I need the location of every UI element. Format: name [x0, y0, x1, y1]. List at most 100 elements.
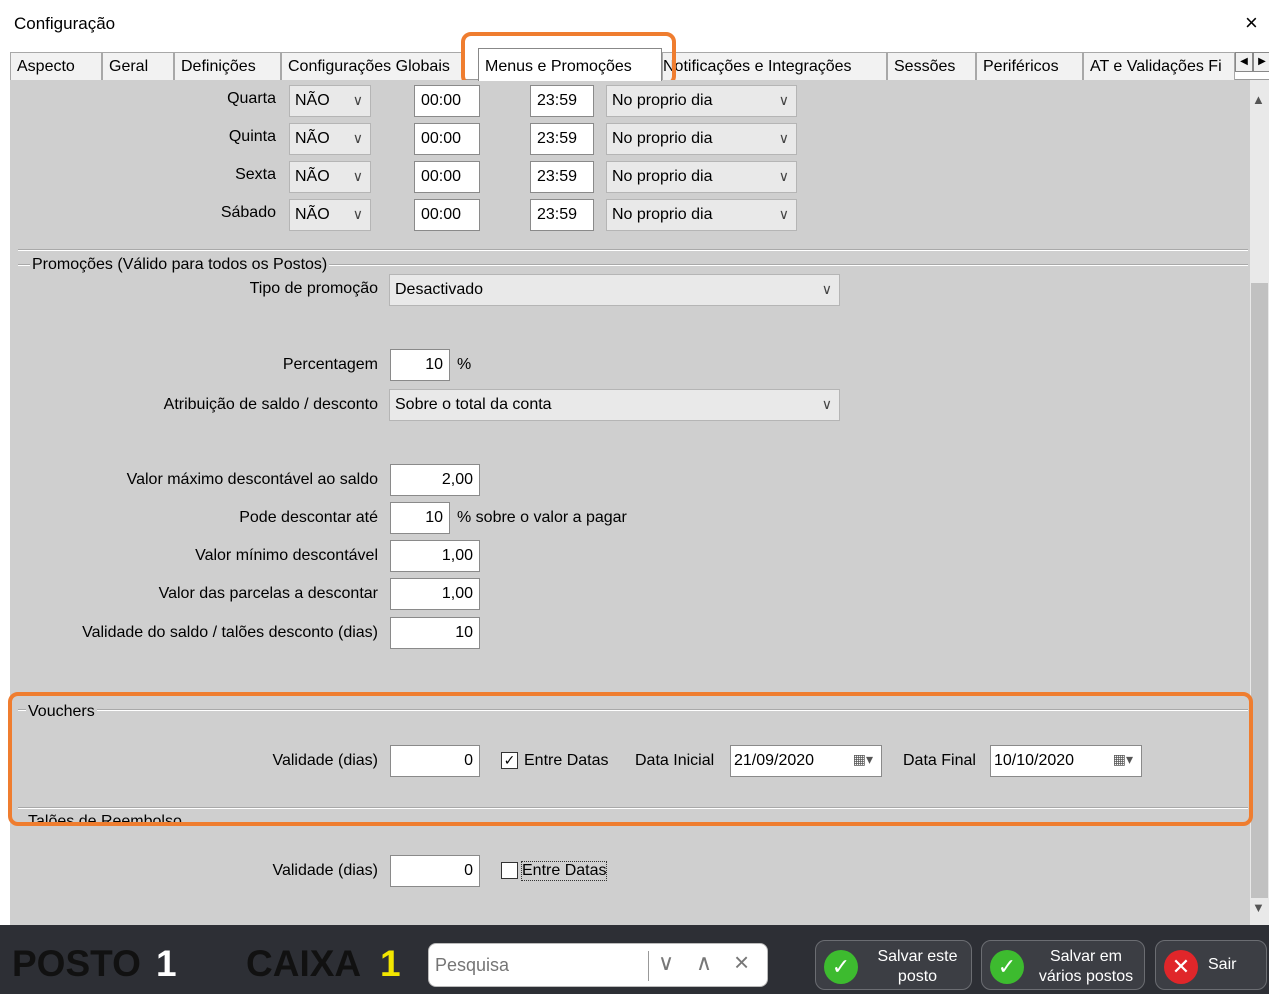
min-discount-field[interactable]: 1,00 [390, 540, 480, 572]
tab-definicoes[interactable]: Definições [174, 52, 281, 80]
chevron-down-icon: ∨ [352, 92, 363, 108]
tab-geral[interactable]: Geral [102, 52, 174, 80]
discount-up-to-label: Pode descontar até [239, 509, 378, 526]
start-time-field[interactable]: 00:00 [414, 123, 480, 155]
scroll-down-icon[interactable]: ▼ [1252, 900, 1265, 915]
max-discount-label: Valor máximo descontável ao saldo [126, 471, 378, 488]
chevron-down-icon[interactable]: ∨ [658, 950, 674, 976]
exit-button[interactable]: ✕ Sair [1155, 940, 1267, 990]
tab-scroll-left-icon[interactable]: ◀ [1235, 52, 1253, 72]
day-active-select[interactable]: NÃO ∨ [289, 161, 371, 193]
day-mode-value: No proprio dia [612, 206, 713, 223]
refund-validity-field[interactable]: 0 [390, 855, 480, 887]
day-mode-select[interactable]: No proprio dia ∨ [606, 161, 797, 193]
tab-perifericos[interactable]: Periféricos [976, 52, 1083, 80]
day-mode-value: No proprio dia [612, 92, 713, 109]
promotions-group-title: Promoções (Válido para todos os Postos) [30, 256, 330, 274]
start-time-field[interactable]: 00:00 [414, 161, 480, 193]
percentage-unit: % [457, 356, 472, 373]
chevron-down-icon: ∨ [778, 168, 789, 184]
installment-field[interactable]: 1,00 [390, 578, 480, 610]
tab-scroll-right-icon[interactable]: ▶ [1253, 52, 1269, 72]
chevron-down-icon: ∨ [352, 206, 363, 222]
posto-number: 1 [156, 943, 177, 984]
close-icon[interactable]: × [1245, 10, 1258, 36]
percentage-field[interactable]: 10 [390, 349, 450, 381]
posto-label: POSTO [12, 943, 141, 984]
search-divider [648, 951, 649, 981]
min-discount-label: Valor mínimo descontável [195, 547, 378, 564]
save-this-line2: posto [897, 968, 938, 985]
caixa-number: 1 [380, 943, 401, 984]
day-mode-select[interactable]: No proprio dia ∨ [606, 199, 797, 231]
day-active-select[interactable]: NÃO ∨ [289, 199, 371, 231]
check-icon: ✓ [990, 950, 1024, 984]
chevron-down-icon: ∨ [778, 206, 789, 222]
caixa-label: CAIXA [246, 943, 362, 984]
tab-strip: Aspecto Geral Definições Configurações G… [10, 48, 1269, 81]
tab-sessoes[interactable]: Sessões [887, 52, 976, 80]
group-divider [18, 250, 1248, 251]
chevron-down-icon: ∨ [352, 168, 363, 184]
refund-between-dates-checkbox[interactable] [501, 862, 518, 879]
max-discount-field[interactable]: 2,00 [390, 464, 480, 496]
clear-search-icon[interactable]: × [734, 947, 749, 978]
refund-validity-label: Validade (dias) [272, 862, 378, 879]
day-active-value: NÃO [295, 206, 330, 223]
balance-validity-field[interactable]: 10 [390, 617, 480, 649]
save-this-line1: Salvar este [877, 948, 958, 965]
start-time-field[interactable]: 00:00 [414, 85, 480, 117]
day-active-value: NÃO [295, 168, 330, 185]
end-time-field[interactable]: 23:59 [530, 199, 594, 231]
close-icon: ✕ [1164, 950, 1198, 984]
end-time-field[interactable]: 23:59 [530, 85, 594, 117]
window-title: Configuração [14, 14, 116, 33]
percentage-label: Percentagem [282, 356, 378, 373]
day-mode-value: No proprio dia [612, 168, 713, 185]
save-many-line2: vários postos [1038, 968, 1134, 985]
installment-label: Valor das parcelas a descontar [158, 585, 378, 602]
scrollbar-thumb[interactable] [1251, 283, 1268, 898]
refund-between-dates-label: Entre Datas [520, 861, 608, 881]
discount-up-to-suffix: % sobre o valor a pagar [457, 509, 627, 526]
attribution-select[interactable]: Sobre o total da conta ∨ [389, 389, 840, 421]
day-label: Quarta [227, 90, 276, 107]
attribution-label: Atribuição de saldo / desconto [163, 396, 378, 413]
scroll-up-icon[interactable]: ▲ [1252, 92, 1265, 107]
end-time-field[interactable]: 23:59 [530, 123, 594, 155]
discount-up-to-field[interactable]: 10 [390, 502, 450, 534]
tab-aspecto[interactable]: Aspecto [10, 52, 102, 80]
chevron-down-icon: ∨ [778, 92, 789, 108]
day-mode-select[interactable]: No proprio dia ∨ [606, 85, 797, 117]
tab-configuracoes-globais[interactable]: Configurações Globais [281, 52, 463, 80]
day-label: Sexta [235, 166, 276, 183]
day-mode-select[interactable]: No proprio dia ∨ [606, 123, 797, 155]
vouchers-highlight-box [8, 692, 1253, 826]
start-time-field[interactable]: 00:00 [414, 199, 480, 231]
day-active-select[interactable]: NÃO ∨ [289, 123, 371, 155]
save-many-postos-button[interactable]: ✓ Salvar em vários postos [981, 940, 1145, 990]
save-this-posto-button[interactable]: ✓ Salvar este posto [815, 940, 972, 990]
tab-at-validacoes[interactable]: AT e Validações Fi [1083, 52, 1235, 80]
exit-label: Sair [1208, 956, 1237, 973]
end-time-field[interactable]: 23:59 [530, 161, 594, 193]
day-active-value: NÃO [295, 92, 330, 109]
attribution-value: Sobre o total da conta [395, 396, 552, 413]
tab-notificacoes[interactable]: Notificações e Integrações [662, 52, 887, 80]
chevron-down-icon: ∨ [821, 396, 832, 412]
balance-validity-label: Validade do saldo / talões desconto (dia… [82, 624, 378, 641]
day-label: Quinta [228, 128, 276, 145]
check-icon: ✓ [824, 950, 858, 984]
chevron-up-icon[interactable]: ∧ [696, 950, 712, 976]
promotion-type-select[interactable]: Desactivado ∨ [389, 274, 840, 306]
search-input[interactable] [433, 949, 641, 981]
chevron-down-icon: ∨ [352, 130, 363, 146]
day-active-select[interactable]: NÃO ∨ [289, 85, 371, 117]
chevron-down-icon: ∨ [821, 281, 832, 297]
day-label: Sábado [220, 204, 276, 221]
day-mode-value: No proprio dia [612, 130, 713, 147]
chevron-down-icon: ∨ [778, 130, 789, 146]
promotion-type-value: Desactivado [395, 281, 484, 298]
save-many-line1: Salvar em [1049, 948, 1123, 965]
tab-menus-promocoes[interactable]: Menus e Promoções [478, 48, 662, 81]
